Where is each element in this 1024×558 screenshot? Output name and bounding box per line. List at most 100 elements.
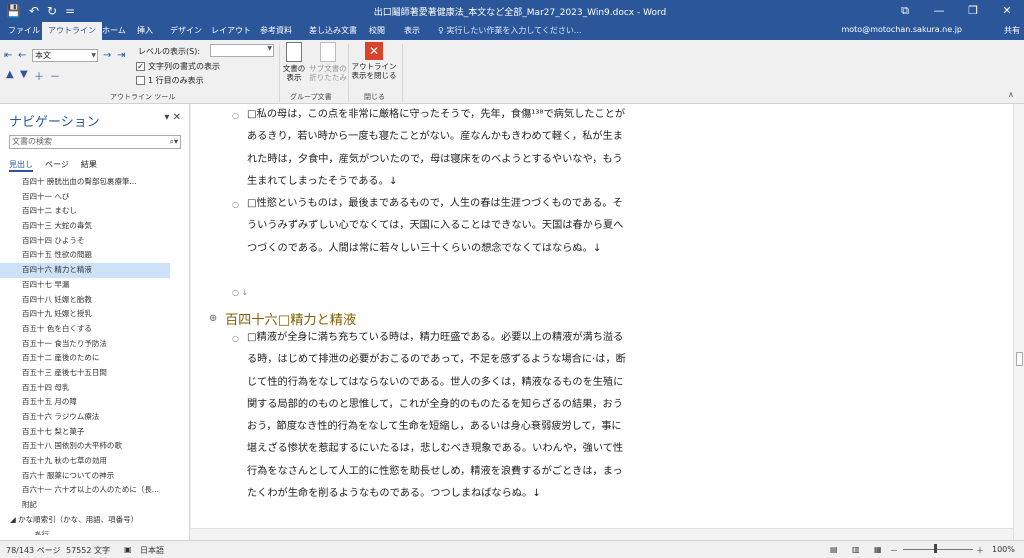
outline-level-select[interactable]: 本文 ▼: [32, 49, 98, 62]
expand-heading-icon[interactable]: ⊕: [209, 313, 217, 324]
demote-icon[interactable]: →: [103, 50, 111, 61]
share-button[interactable]: 共有: [1004, 25, 1020, 36]
ribbon-tabs: ファイル アウトライン ホーム 挿入 デザイン レイアウト 参考資料 差し込み文…: [0, 22, 1024, 40]
heading-item[interactable]: 附記: [0, 498, 189, 513]
print-layout-icon[interactable]: ▥: [852, 545, 860, 554]
heading-item[interactable]: 百五十九 秋の七草の効用: [0, 454, 189, 469]
heading-item[interactable]: 百四十一 へび: [0, 190, 189, 205]
heading-item[interactable]: 百五十 色を白くする: [0, 322, 189, 337]
minimize-icon[interactable]: —: [922, 0, 956, 22]
web-layout-icon[interactable]: ▦: [874, 545, 882, 554]
heading-item[interactable]: あ行: [0, 528, 189, 536]
heading-item[interactable]: 百五十七 梨と菓子: [0, 425, 189, 440]
heading-item[interactable]: 百四十 膀胱出血の臀部包裹療筆...: [0, 175, 189, 190]
heading-item[interactable]: 百四十二 まむし: [0, 204, 189, 219]
promote-icon[interactable]: ←: [18, 50, 26, 61]
heading-item[interactable]: 百四十七 早漏: [0, 278, 189, 293]
heading-item-selected[interactable]: 百四十六 精力と精液: [0, 263, 170, 278]
heading-item[interactable]: 百六十一 六十才以上の人のために（長...: [0, 483, 189, 498]
heading-item[interactable]: 百四十三 大蛇の毒気: [0, 219, 189, 234]
save-icon[interactable]: 💾: [6, 3, 21, 19]
promote-to-heading1-icon[interactable]: ⇤: [4, 50, 12, 61]
document-search-input[interactable]: 文書の検索 ⌕▾: [9, 135, 181, 149]
scroll-thumb[interactable]: [1016, 352, 1023, 366]
outline-bullet-icon[interactable]: ○: [232, 200, 239, 209]
tab-home[interactable]: ホーム: [96, 22, 132, 40]
account-name[interactable]: moto@motochan.sakura.ne.jp: [841, 25, 962, 34]
heading-item[interactable]: 百五十四 母乳: [0, 381, 189, 396]
tab-insert[interactable]: 挿入: [131, 22, 159, 40]
zoom-in-icon[interactable]: ＋: [976, 545, 984, 556]
tab-layout[interactable]: レイアウト: [205, 22, 257, 40]
heading-item[interactable]: 百六十 服薬についての神示: [0, 469, 189, 484]
ribbon-separator: [348, 44, 349, 102]
body-paragraph[interactable]: □性慾というものは，最後まであるもので，人生の春は生涯つづくものである。そういう…: [247, 193, 627, 260]
zoom-level[interactable]: 100%: [992, 545, 1015, 554]
language[interactable]: 日本語: [140, 545, 164, 556]
navigation-tabs: 見出し ページ 結果: [9, 159, 97, 172]
heading-item[interactable]: 百五十五 月の障: [0, 395, 189, 410]
show-first-line-checkbox[interactable]: [136, 76, 145, 85]
maximize-icon[interactable]: ❐: [956, 0, 990, 22]
vertical-scrollbar[interactable]: [1013, 104, 1024, 540]
heading-item[interactable]: 百四十九 妊娠と授乳: [0, 307, 189, 322]
move-up-icon[interactable]: ▲: [6, 69, 14, 80]
close-icon[interactable]: ✕: [990, 0, 1024, 22]
tab-headings[interactable]: 見出し: [9, 159, 33, 172]
pane-options-icon[interactable]: ▾: [164, 112, 169, 123]
tab-outline[interactable]: アウトライン: [42, 22, 102, 40]
tab-view[interactable]: 表示: [398, 22, 426, 40]
show-document-button[interactable]: 文書の 表示: [282, 42, 306, 82]
zoom-out-icon[interactable]: －: [890, 545, 898, 556]
redo-icon[interactable]: ↻: [47, 3, 57, 19]
move-down-icon[interactable]: ▼: [20, 69, 28, 80]
show-text-format-checkbox[interactable]: ✓: [136, 62, 145, 71]
close-pane-icon[interactable]: ✕: [173, 112, 181, 123]
zoom-slider[interactable]: [903, 549, 973, 550]
close-group-label: 閉じる: [364, 93, 385, 101]
heading-item[interactable]: 百四十四 ひようそ: [0, 234, 189, 249]
tab-file[interactable]: ファイル: [2, 22, 46, 40]
proofing-icon[interactable]: ▣: [124, 545, 132, 554]
word-count[interactable]: 57552 文字: [66, 545, 110, 556]
heading-item[interactable]: 百四十八 妊娠と胎教: [0, 293, 189, 308]
tab-mailings[interactable]: 差し込み文書: [303, 22, 363, 40]
outline-heading[interactable]: ⊕ 百四十六□精力と精液: [209, 309, 356, 328]
horizontal-scrollbar[interactable]: [191, 528, 1013, 540]
undo-icon[interactable]: ↶: [29, 3, 39, 19]
tab-references[interactable]: 参考資料: [254, 22, 298, 40]
expand-icon[interactable]: ＋: [34, 68, 44, 83]
body-paragraph[interactable]: □精液が全身に満ち充ちている時は，精力旺盛である。必要以上の精液が満ち溢るる時，…: [247, 327, 627, 505]
search-icon[interactable]: ⌕▾: [170, 136, 179, 148]
document-area[interactable]: ○ □私の母は，この点を非常に厳格に守ったそうで，先年，食傷¹³⁸で病気したこと…: [191, 104, 1013, 540]
tab-results[interactable]: 結果: [81, 159, 97, 172]
tab-review[interactable]: 校閲: [363, 22, 391, 40]
outline-bullet-icon[interactable]: ○: [232, 334, 239, 343]
collapse-subdocuments-button[interactable]: サブ文書の 折りたたみ: [308, 42, 348, 82]
close-outline-view-button[interactable]: ✕ アウトライン 表示を閉じる: [350, 42, 398, 80]
collapse-ribbon-icon[interactable]: ∧: [1008, 90, 1014, 99]
heading-item[interactable]: 百五十二 産後のために: [0, 351, 189, 366]
outline-bullet-icon[interactable]: ○: [232, 111, 239, 120]
show-level-select[interactable]: ▼: [210, 44, 274, 57]
heading-item-expanded[interactable]: ◢ かな順索引（かな、用語、項番号）: [0, 513, 189, 528]
heading-item[interactable]: 百五十三 産後七十五日間: [0, 366, 189, 381]
heading-item[interactable]: 百四十五 性欲の問題: [0, 248, 189, 263]
zoom-slider-thumb[interactable]: [934, 544, 937, 553]
empty-paragraph[interactable]: ○ ↓: [232, 288, 248, 297]
close-outline-label: アウトライン 表示を閉じる: [351, 62, 397, 80]
collapse-icon[interactable]: －: [50, 68, 60, 83]
tell-me-search[interactable]: ♀ 実行したい作業を入力してください...: [438, 25, 582, 36]
heading-item[interactable]: 百五十六 ラジウム療法: [0, 410, 189, 425]
heading-item[interactable]: 百五十八 国依別の大平柿の歌: [0, 439, 189, 454]
read-mode-icon[interactable]: ▤: [830, 545, 838, 554]
ribbon: ⇤ ← 本文 ▼ → ⇥ ▲ ▼ ＋ － レベルの表示(S): ▼ ✓ 文字列の…: [0, 40, 1024, 104]
customize-qat-icon[interactable]: =: [65, 3, 75, 19]
ribbon-display-options-icon[interactable]: ⧉: [888, 0, 922, 22]
page-count[interactable]: 78/143 ページ: [6, 545, 61, 556]
tab-pages[interactable]: ページ: [45, 159, 69, 172]
heading-item[interactable]: 百五十一 食当たり予防法: [0, 337, 189, 352]
tab-design[interactable]: デザイン: [164, 22, 208, 40]
body-paragraph[interactable]: □私の母は，この点を非常に厳格に守ったそうで，先年，食傷¹³⁸で病気したことがあ…: [247, 104, 627, 193]
demote-to-body-icon[interactable]: ⇥: [117, 50, 125, 61]
